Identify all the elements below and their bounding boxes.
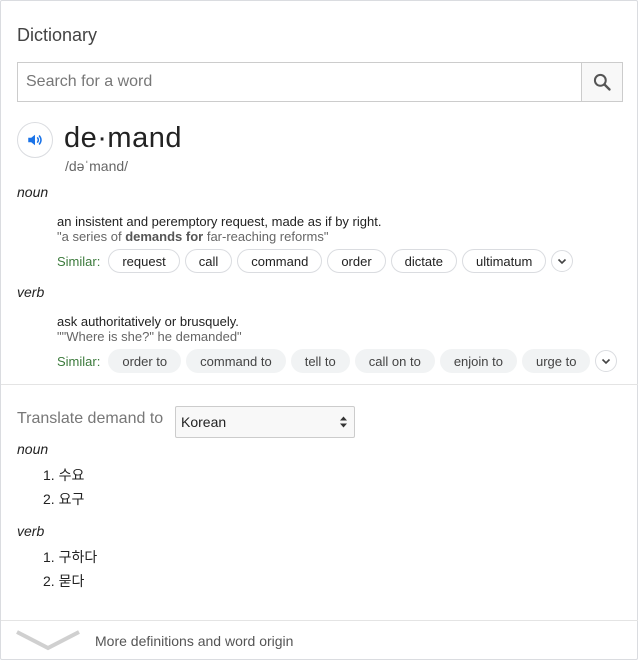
phonetic: /dəˈmand/ xyxy=(65,158,129,174)
similar-chip[interactable]: urge to xyxy=(521,349,591,373)
example-verb: ""Where is she?" he demanded" xyxy=(57,329,242,344)
example-noun: "a series of demands for far-reaching re… xyxy=(57,229,328,244)
dictionary-card: Dictionary de·mand /dəˈmand/ noun an ins… xyxy=(0,0,638,660)
expand-button[interactable] xyxy=(15,628,81,657)
translate-label: Translate demand to xyxy=(17,410,164,427)
search-box xyxy=(17,62,623,102)
footer-divider xyxy=(1,620,638,621)
example-noun-bold: demands for xyxy=(125,229,204,244)
similar-chip[interactable]: order xyxy=(327,249,386,273)
search-button[interactable] xyxy=(581,63,622,101)
card-title: Dictionary xyxy=(17,25,98,45)
translation-list-noun: 1. 수요 2. 요구 xyxy=(43,463,84,511)
expand-similar-button[interactable] xyxy=(551,250,574,272)
select-arrows-icon xyxy=(336,415,350,429)
translation-item: 2. 요구 xyxy=(43,491,85,507)
similar-chip[interactable]: tell to xyxy=(290,349,350,373)
similar-chip[interactable]: order to xyxy=(108,349,182,373)
translation-item: 1. 수요 xyxy=(43,467,85,483)
similar-chip[interactable]: command to xyxy=(186,349,286,373)
speaker-icon xyxy=(28,134,42,146)
translate-pos-noun: noun xyxy=(17,441,49,457)
chevron-down-icon xyxy=(602,358,611,365)
translation-list-verb: 1. 구하다 2. 묻다 xyxy=(43,545,97,593)
translation-item: 2. 묻다 xyxy=(43,573,85,589)
similar-row-noun: Similar: request call command order dict… xyxy=(57,249,574,273)
similar-chip[interactable]: dictate xyxy=(390,249,457,273)
more-definitions-link[interactable]: More definitions and word origin xyxy=(95,633,293,649)
translate-pos-verb: verb xyxy=(17,523,45,539)
expand-similar-button[interactable] xyxy=(595,350,618,372)
chevron-down-icon xyxy=(16,630,80,651)
definition-noun: an insistent and peremptory request, mad… xyxy=(57,214,382,229)
section-divider xyxy=(1,384,638,385)
search-icon xyxy=(593,73,611,91)
similar-row-verb: Similar: order to command to tell to cal… xyxy=(57,349,618,373)
pronounce-button[interactable] xyxy=(17,122,53,158)
headword: de·mand xyxy=(64,122,182,154)
language-select[interactable]: Korean xyxy=(175,406,355,438)
similar-chip[interactable]: command xyxy=(237,249,323,273)
similar-chip[interactable]: call xyxy=(184,249,233,273)
pos-verb: verb xyxy=(17,284,45,300)
search-input[interactable] xyxy=(18,63,581,101)
definition-verb: ask authoritatively or brusquely. xyxy=(57,314,239,329)
pos-noun: noun xyxy=(17,184,49,200)
similar-chip[interactable]: call on to xyxy=(354,349,435,373)
chevron-down-icon xyxy=(558,258,567,265)
translation-item: 1. 구하다 xyxy=(43,549,98,565)
similar-label: Similar: xyxy=(57,353,101,369)
similar-chip[interactable]: request xyxy=(108,249,180,273)
example-noun-pre: "a series of xyxy=(57,229,126,244)
example-noun-post: far-reaching reforms" xyxy=(203,229,329,244)
similar-chip[interactable]: enjoin to xyxy=(439,349,517,373)
similar-chip[interactable]: ultimatum xyxy=(461,249,547,273)
similar-label: Similar: xyxy=(57,253,101,269)
language-select-value: Korean xyxy=(181,414,227,430)
